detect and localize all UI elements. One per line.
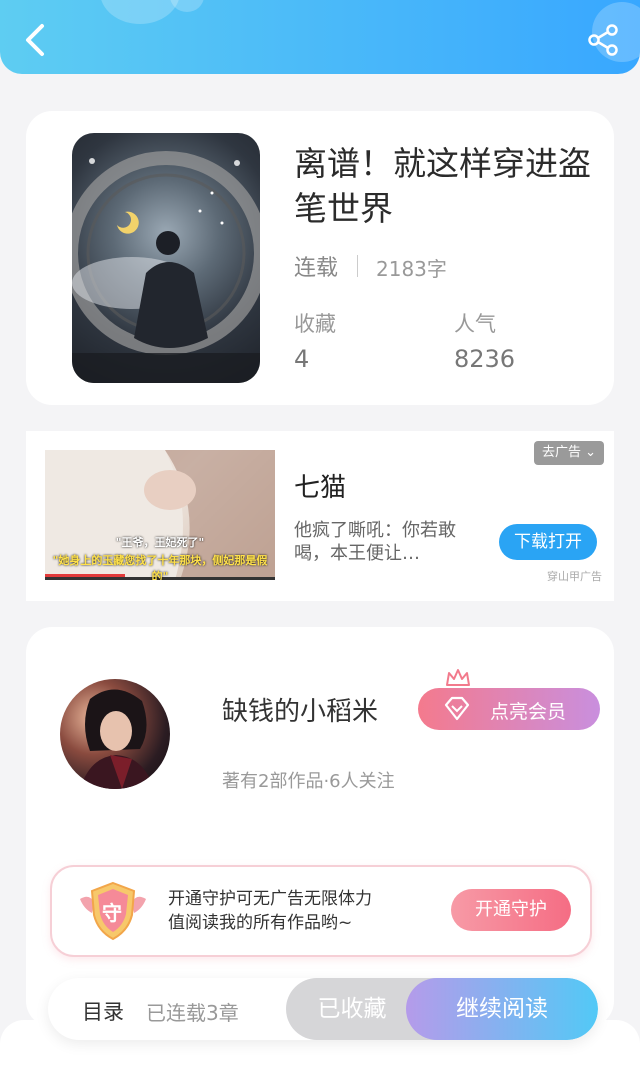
favorites-count: 4 (294, 345, 310, 373)
ad-banner[interactable]: "王爷，王妃死了" "她身上的玉藏您找了十年那块，侧妃那是假的" 七猫 他疯了嘶… (26, 431, 614, 601)
diamond-icon (444, 696, 470, 721)
back-button[interactable] (18, 20, 54, 60)
continue-reading-button[interactable]: 继续阅读 (406, 978, 598, 1040)
ad-source-label: 穿山甲广告 (547, 570, 602, 583)
popularity-label: 人气 (454, 312, 496, 336)
ad-description: 他疯了嘶吼：你若敢喝，本王便让… (294, 520, 456, 564)
ad-image-caption: "王爷，王妃死了" (115, 536, 205, 549)
remove-ad-label: 去广告 (541, 445, 581, 460)
book-info-card: 离谱！就这样穿进盗笔世界 连载 2183字 收藏 人气 4 8236 (26, 111, 614, 405)
serial-status: 连载 (294, 256, 339, 281)
guard-promo-text: 开通守护可无广告无限体力 值阅读我的所有作品哟~ (168, 887, 372, 935)
back-arrow-icon (26, 24, 44, 56)
chapter-count: 已连载3章 (146, 1001, 239, 1025)
author-name: 缺钱的小稻米 (222, 697, 379, 727)
ad-download-button[interactable]: 下载打开 (499, 524, 597, 560)
ad-image-caption: "她身上的玉藏您找了十年那块，侧妃那是假的" (52, 554, 268, 580)
open-guard-button[interactable]: 开通守护 (451, 889, 571, 931)
header-bubble-decoration (170, 0, 204, 12)
guard-promo: 守 开通守护可无广告无限体力 值阅读我的所有作品哟~ 开通守护 (50, 865, 592, 957)
remove-ad-button[interactable]: 去广告 ⌄ (533, 441, 604, 465)
chevron-down-icon: ⌄ (585, 445, 596, 460)
author-avatar[interactable] (60, 679, 170, 789)
guard-text-line: 值阅读我的所有作品哟~ (168, 913, 353, 933)
top-header (0, 0, 640, 74)
popularity-count: 8236 (454, 345, 516, 373)
ad-image[interactable]: "王爷，王妃死了" "她身上的玉藏您找了十年那块，侧妃那是假的" (45, 450, 275, 580)
table-of-contents-button[interactable]: 目录 (82, 996, 124, 1026)
header-bubble-decoration (100, 0, 180, 24)
book-title: 离谱！就这样穿进盗笔世界 (294, 144, 591, 228)
share-button[interactable] (586, 22, 622, 58)
ad-title: 七猫 (294, 473, 347, 503)
avatar-illustration (80, 689, 154, 789)
vip-button-label: 点亮会员 (490, 701, 567, 723)
author-meta: 著有2部作品·6人关注 (222, 771, 395, 792)
guard-badge-text: 守 (102, 901, 122, 925)
favorites-label: 收藏 (294, 312, 336, 336)
word-count: 2183字 (376, 257, 447, 281)
crown-icon (446, 669, 470, 686)
guard-shield-icon: 守 (76, 879, 150, 943)
bottom-action-bar: 目录 已连载3章 已收藏 继续阅读 (48, 978, 598, 1040)
status-divider (357, 255, 358, 277)
cover-illustration (72, 151, 260, 383)
share-icon (588, 24, 618, 56)
guard-text-line: 开通守护可无广告无限体力 (168, 889, 372, 909)
collected-label: 已收藏 (317, 996, 387, 1022)
book-cover[interactable] (72, 133, 260, 383)
author-card: 缺钱的小稻米 点亮会员 著有2部作品·6人关注 守 开通守护可无广告无限体力 值… (26, 627, 614, 1027)
activate-vip-button[interactable]: 点亮会员 (418, 688, 600, 730)
